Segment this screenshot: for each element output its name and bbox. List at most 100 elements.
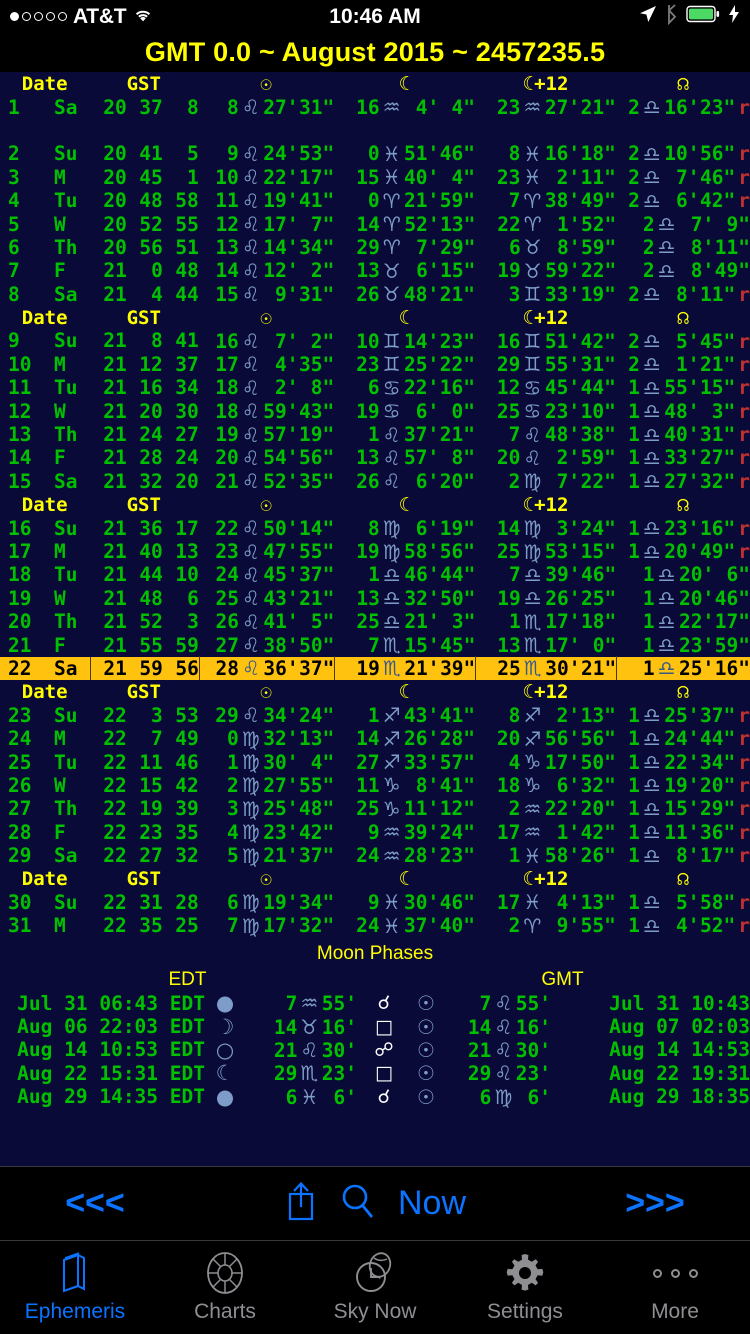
moon-phase-gmt-time: Jul 31 10:43	[609, 991, 750, 1015]
tab-charts[interactable]: Charts	[150, 1241, 300, 1324]
table-row[interactable]: 19 W 21 48 6 25 ♌ 43 ' 21 " 13 ♎ 32 ' 50 " 19 ♎ 26 ' 25 " 1 ♎ 20 '…	[0, 586, 750, 610]
table-row[interactable]: 6 Th 20 56 51 13 ♌ 14 ' 34 " 29 ♈ 7 ' 29 " 6 ♉ 8 ' 59 " 2 ♎ 8 ' 11 "	[0, 235, 750, 259]
lightning-bolt-icon	[727, 4, 740, 30]
ephemeris-table[interactable]: Date GST ☉ ☾ ☾+12 ☊ 1 Sa 20 37 8 8 ♌ 27 ' 31 " 16 ♒ 4 ' 4 " 23 ♒…	[0, 72, 750, 1166]
table-row[interactable]: 27 Th 22 19 39 3 ♍ 25 ' 48 " 25 ♑ 11 ' 12 " 2 ♒ 22 ' 20 " 1 ♎ 15 '…	[0, 797, 750, 821]
table-row[interactable]: 14 F 21 28 24 20 ♌ 54 ' 56 " 13 ♌ 57 ' 8 " 20 ♌ 2 ' 59 " 1 ♎ 33 ' 2…	[0, 446, 750, 470]
moon-phase-gmt-time: Aug 07 02:03	[609, 1015, 750, 1039]
moon-phase-moon-position: 21 ♌ 30'	[273, 1037, 357, 1062]
table-row[interactable]: 31 M 22 35 25 7 ♍ 17 ' 32 " 24 ♓ 37 ' 40 " 2 ♈ 9 ' 55 " 1 ♎ 4 ' 52 "…	[0, 914, 750, 938]
table-row-highlighted[interactable]: 22 Sa 21 59 56 28 ♌ 36 ' 37 " 19 ♏ 21 ' 39 " 25 ♏ 30 ' 21 " 1 ♎ 2…	[0, 656, 750, 681]
column-header-gst: GST	[126, 72, 161, 95]
new-moon-icon: ●	[215, 991, 235, 1016]
tab-sky-now[interactable]: Sky Now	[300, 1241, 450, 1324]
column-header-moon: ☾	[398, 493, 411, 516]
tab-settings-label: Settings	[487, 1300, 563, 1323]
table-row[interactable]: 24 M 22 7 49 0 ♍ 32 ' 13 " 14 ♐ 26 ' 28 " 20 ♐ 56 ' 56 " 1 ♎ 24 ' 4…	[0, 727, 750, 751]
tab-sky-now-label: Sky Now	[333, 1300, 417, 1323]
location-arrow-icon	[638, 4, 658, 30]
moon-phase-row[interactable]: Aug 22 15:31 EDT ☾ 29 ♏ 23' □ ☉ 29 ♌ 23' Aug 22 19…	[0, 1061, 750, 1086]
tab-settings[interactable]: Settings	[450, 1241, 600, 1324]
table-row[interactable]: 2 Su 20 41 5 9 ♌ 24 ' 53 " 0 ♓ 51 ' 46 " 8 ♓ 16 ' 18 " 2 ♎ 10 ' 56 "…	[0, 142, 750, 166]
table-row[interactable]: 7 F 21 0 48 14 ♌ 12 ' 2 " 13 ♉ 6 ' 15 " 19 ♉ 59 ' 22 " 2 ♎ 8 ' 49 "	[0, 259, 750, 283]
moon-phase-gmt-time: Aug 29 18:35	[609, 1085, 750, 1109]
column-header-date: Date	[21, 72, 68, 95]
moon-phase-local-time: Aug 06 22:03 EDT	[17, 1015, 205, 1039]
moon-phase-local-time: Aug 22 15:31 EDT	[17, 1061, 205, 1085]
table-row[interactable]: 25 Tu 22 11 46 1 ♍ 30 ' 4 " 27 ♐ 33 ' 57 " 4 ♑ 17 ' 50 " 1 ♎ 22 ' 3…	[0, 750, 750, 774]
column-header-moon: ☾	[398, 306, 411, 329]
column-header-sun: ☉	[260, 493, 272, 516]
table-row[interactable]: 26 W 22 15 42 2 ♍ 27 ' 55 " 11 ♑ 8 ' 41 " 18 ♑ 6 ' 32 " 1 ♎ 19 ' 20…	[0, 773, 750, 797]
share-icon[interactable]	[284, 1180, 318, 1227]
moon-phase-local-time: Jul 31 06:43 EDT	[17, 991, 205, 1015]
tab-more[interactable]: More	[600, 1241, 750, 1324]
table-row[interactable]: 20 Th 21 52 3 26 ♌ 41 ' 5 " 25 ♎ 21 ' 3 " 1 ♏ 17 ' 18 " 1 ♎ 22 ' 17…	[0, 610, 750, 634]
now-button[interactable]: Now	[398, 1184, 466, 1223]
table-row[interactable]: 29 Sa 22 27 32 5 ♍ 21 ' 37 " 24 ♒ 28 ' 23 " 1 ♓ 58 ' 26 " 1 ♎ 8 ' 1…	[0, 844, 750, 868]
column-header-node: ☊	[677, 493, 689, 516]
table-row[interactable]: 1 Sa 20 37 8 8 ♌ 27 ' 31 " 16 ♒ 4 ' 4 " 23 ♒ 27 ' 21 " 2 ♎ 16 ' 23 "…	[0, 95, 750, 119]
moon-phase-sun-position: 6 ♍ 6'	[479, 1084, 551, 1109]
prev-month-button[interactable]: <<<	[0, 1184, 190, 1223]
moon-phase-moon-position: 29 ♏ 23'	[273, 1061, 357, 1086]
sun-symbol-icon: ☉	[417, 991, 435, 1016]
tab-ephemeris[interactable]: Ephemeris	[0, 1241, 150, 1324]
column-header-sun: ☉	[260, 867, 272, 890]
moon-phase-row[interactable]: Aug 06 22:03 EDT ☽ 14 ♉ 16' □ ☉ 14 ♌ 16' Aug 07 02…	[0, 1014, 750, 1039]
navigation-toolbar: <<< Now >>>	[0, 1166, 750, 1240]
column-header-node: ☊	[677, 680, 689, 703]
sun-symbol-icon: ☉	[417, 1084, 435, 1109]
tab-more-label: More	[651, 1300, 699, 1323]
ellipsis-icon	[652, 1249, 698, 1297]
moon-phase-row[interactable]: Aug 29 14:35 EDT ● 6 ♓ 6' ☌ ☉ 6 ♍ 6' Aug 29 18:35	[0, 1084, 750, 1109]
search-icon[interactable]	[340, 1182, 376, 1225]
next-month-button[interactable]: >>>	[560, 1184, 750, 1223]
tab-charts-label: Charts	[194, 1300, 256, 1323]
table-row[interactable]: 23 Su 22 3 53 29 ♌ 34 ' 24 " 1 ♐ 43 ' 41 " 8 ♐ 2 ' 13 " 1 ♎ 25 ' 37…	[0, 703, 750, 727]
gear-icon	[502, 1249, 548, 1297]
first-quarter-icon: ☾	[215, 1061, 235, 1086]
table-row[interactable]: 17 M 21 40 13 23 ♌ 47 ' 55 " 19 ♍ 58 ' 56 " 25 ♍ 53 ' 15 " 1 ♎ 20…	[0, 540, 750, 564]
table-row[interactable]: 10 M 21 12 37 17 ♌ 4 ' 35 " 23 ♊ 25 ' 22 " 29 ♊ 55 ' 31 " 2 ♎ 1 ' 2…	[0, 352, 750, 376]
conjunction-aspect-icon: ☌	[377, 992, 391, 1015]
moon-phase-row[interactable]: Aug 14 10:53 EDT ○ 21 ♌ 30' ☍ ☉ 21 ♌ 30' Aug 14 14…	[0, 1037, 750, 1062]
table-row[interactable]: 28 F 22 23 35 4 ♍ 23 ' 42 " 9 ♒ 39 ' 24 " 17 ♒ 1 ' 42 " 1 ♎ 11 ' 36…	[0, 820, 750, 844]
last-quarter-icon: ☽	[215, 1014, 235, 1039]
moon-phase-sun-position: 29 ♌ 23'	[467, 1061, 551, 1086]
table-header-row: Date GST ☉ ☾ ☾+12 ☊	[0, 72, 750, 95]
column-header-node: ☊	[677, 306, 689, 329]
column-header-moon: ☾	[398, 867, 411, 890]
column-header-sun: ☉	[260, 680, 272, 703]
table-row[interactable]: 11 Tu 21 16 34 18 ♌ 2 ' 8 " 6 ♋ 22 ' 16 " 12 ♋ 45 ' 44 " 1 ♎ 55 ' 1…	[0, 376, 750, 400]
column-header-moon12: ☾+12	[522, 493, 569, 516]
table-row[interactable]: 3 M 20 45 1 10 ♌ 22 ' 17 " 15 ♓ 40 ' 4 " 23 ♓ 2 ' 11 " 2 ♎ 7 ' 46 " r	[0, 165, 750, 189]
table-row[interactable]: 18 Tu 21 44 10 24 ♌ 45 ' 37 " 1 ♎ 46 ' 44 " 7 ♎ 39 ' 46 " 1 ♎ 20 '…	[0, 563, 750, 587]
moon-phase-moon-position: 14 ♉ 16'	[273, 1014, 357, 1039]
status-bar: AT&T 10:46 AM	[0, 0, 750, 33]
table-row[interactable]: 9 Su 21 8 41 16 ♌ 7 ' 2 " 10 ♊ 14 ' 23 " 16 ♊ 51 ' 42 " 2 ♎ 5 ' 45 "…	[0, 329, 750, 353]
app-root: AT&T 10:46 AM GMT 0.0 ~ August 2015 ~ 24	[0, 0, 750, 1334]
column-header-sun: ☉	[260, 72, 272, 95]
table-row[interactable]: 21 F 21 55 59 27 ♌ 38 ' 50 " 7 ♏ 15 ' 45 " 13 ♏ 17 ' 0 " 1 ♎ 23 ' 5…	[0, 633, 750, 657]
moon-phase-row[interactable]: Jul 31 06:43 EDT ● 7 ♒ 55' ☌ ☉ 7 ♌ 55' Jul 31 10:4…	[0, 991, 750, 1016]
full-moon-icon: ○	[215, 1037, 235, 1062]
table-row[interactable]: 13 Th 21 24 27 19 ♌ 57 ' 19 " 1 ♌ 37 ' 21 " 7 ♌ 48 ' 38 " 1 ♎ 40 '…	[0, 423, 750, 447]
moon-phase-sun-position: 14 ♌ 16'	[467, 1014, 551, 1039]
moon-phase-moon-position: 7 ♒ 55'	[285, 991, 357, 1016]
column-header-gst: GST	[126, 867, 161, 890]
table-row[interactable]: 12 W 21 20 30 18 ♌ 59 ' 43 " 19 ♋ 6 ' 0 " 25 ♋ 23 ' 10 " 1 ♎ 48 ' 3…	[0, 399, 750, 423]
column-header-moon12: ☾+12	[522, 680, 569, 703]
column-header-date: Date	[21, 680, 68, 703]
table-row[interactable]: 8 Sa 21 4 44 15 ♌ 9 ' 31 " 26 ♉ 48 ' 21 " 3 ♊ 33 ' 19 " 2 ♎ 8 ' 11 "…	[0, 282, 750, 306]
column-header-moon12: ☾+12	[522, 72, 569, 95]
square-aspect-icon: □	[375, 1062, 393, 1085]
table-row[interactable]: 15 Sa 21 32 20 21 ♌ 52 ' 35 " 26 ♌ 6 ' 20 " 2 ♍ 7 ' 22 " 1 ♎ 27 ' 3…	[0, 469, 750, 493]
table-row[interactable]: 4 Tu 20 48 58 11 ♌ 19 ' 41 " 0 ♈ 21 ' 59 " 7 ♈ 38 ' 49 " 2 ♎ 6 ' 42…	[0, 189, 750, 213]
table-row[interactable]: 16 Su 21 36 17 22 ♌ 50 ' 14 " 8 ♍ 6 ' 19 " 14 ♍ 3 ' 24 " 1 ♎ 23 ' 1…	[0, 516, 750, 540]
square-aspect-icon: □	[375, 1015, 393, 1038]
table-row[interactable]: 30 Su 22 31 28 6 ♍ 19 ' 34 " 9 ♓ 30 ' 46 " 17 ♓ 4 ' 13 " 1 ♎ 5 ' 58…	[0, 890, 750, 914]
table-row[interactable]: 5 W 20 52 55 12 ♌ 17 ' 7 " 14 ♈ 52 ' 13 " 22 ♈ 1 ' 52 " 2 ♎ 7 ' 9 "	[0, 212, 750, 236]
column-header-moon: ☾	[398, 680, 411, 703]
moon-phase-local-time: Aug 29 14:35 EDT	[17, 1085, 205, 1109]
